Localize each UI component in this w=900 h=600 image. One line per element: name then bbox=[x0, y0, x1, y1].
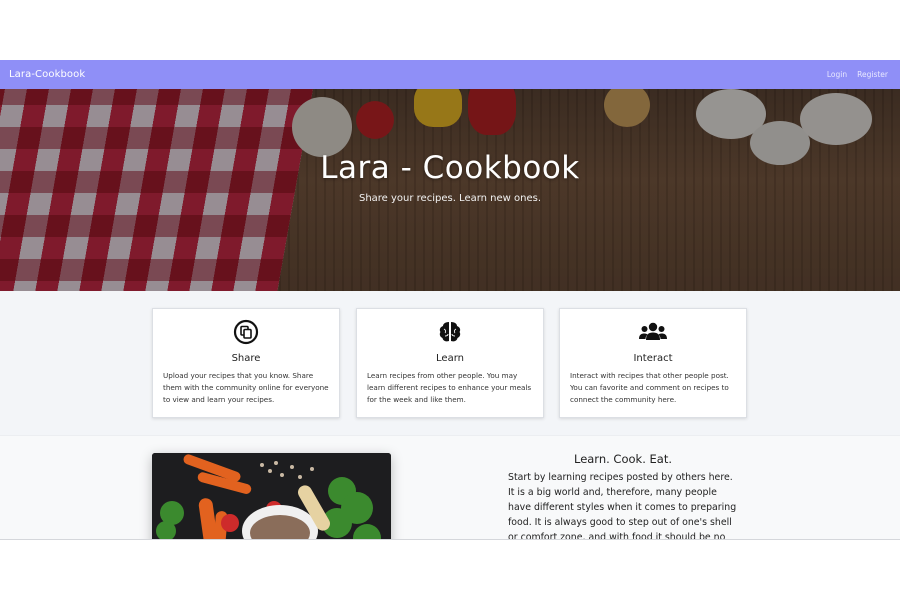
feature-text: Upload your recipes that you know. Share… bbox=[163, 371, 329, 404]
hero-banner bbox=[0, 89, 900, 291]
about-title: Learn. Cook. Eat. bbox=[573, 452, 672, 466]
feature-title: Interact bbox=[633, 353, 673, 364]
feature-title: Share bbox=[231, 353, 261, 364]
page-bottom-edge bbox=[0, 539, 900, 540]
brain-icon bbox=[439, 322, 461, 342]
hero-overlay bbox=[0, 89, 900, 291]
feature-text: Learn recipes from other people. You may… bbox=[367, 371, 532, 404]
food-photo-illustration bbox=[152, 453, 391, 539]
about-text: Start by learning recipes posted by othe… bbox=[508, 472, 737, 539]
nav-links: Login Register bbox=[827, 70, 888, 79]
users-icon bbox=[639, 322, 667, 340]
feature-text: Interact with recipes that other people … bbox=[570, 371, 729, 404]
about-section: Learn. Cook. Eat. Start by learning reci… bbox=[0, 435, 900, 539]
feature-card-share: Share Upload your recipes that you know.… bbox=[152, 308, 340, 418]
hero-title: Lara - Cookbook bbox=[320, 150, 580, 186]
copy-icon bbox=[233, 319, 259, 345]
feature-card-learn: Learn Learn recipes from other people. Y… bbox=[356, 308, 544, 418]
features-section: Share Upload your recipes that you know.… bbox=[0, 291, 900, 435]
feature-title: Learn bbox=[436, 353, 464, 364]
login-link[interactable]: Login bbox=[827, 70, 847, 79]
brand-link[interactable]: Lara-Cookbook bbox=[9, 69, 85, 80]
navbar: Lara-Cookbook Login Register bbox=[0, 60, 900, 89]
hero-subtitle: Share your recipes. Learn new ones. bbox=[358, 193, 542, 204]
food-photo bbox=[152, 453, 391, 539]
feature-card-interact: Interact Interact with recipes that othe… bbox=[559, 308, 747, 418]
register-link[interactable]: Register bbox=[857, 70, 888, 79]
